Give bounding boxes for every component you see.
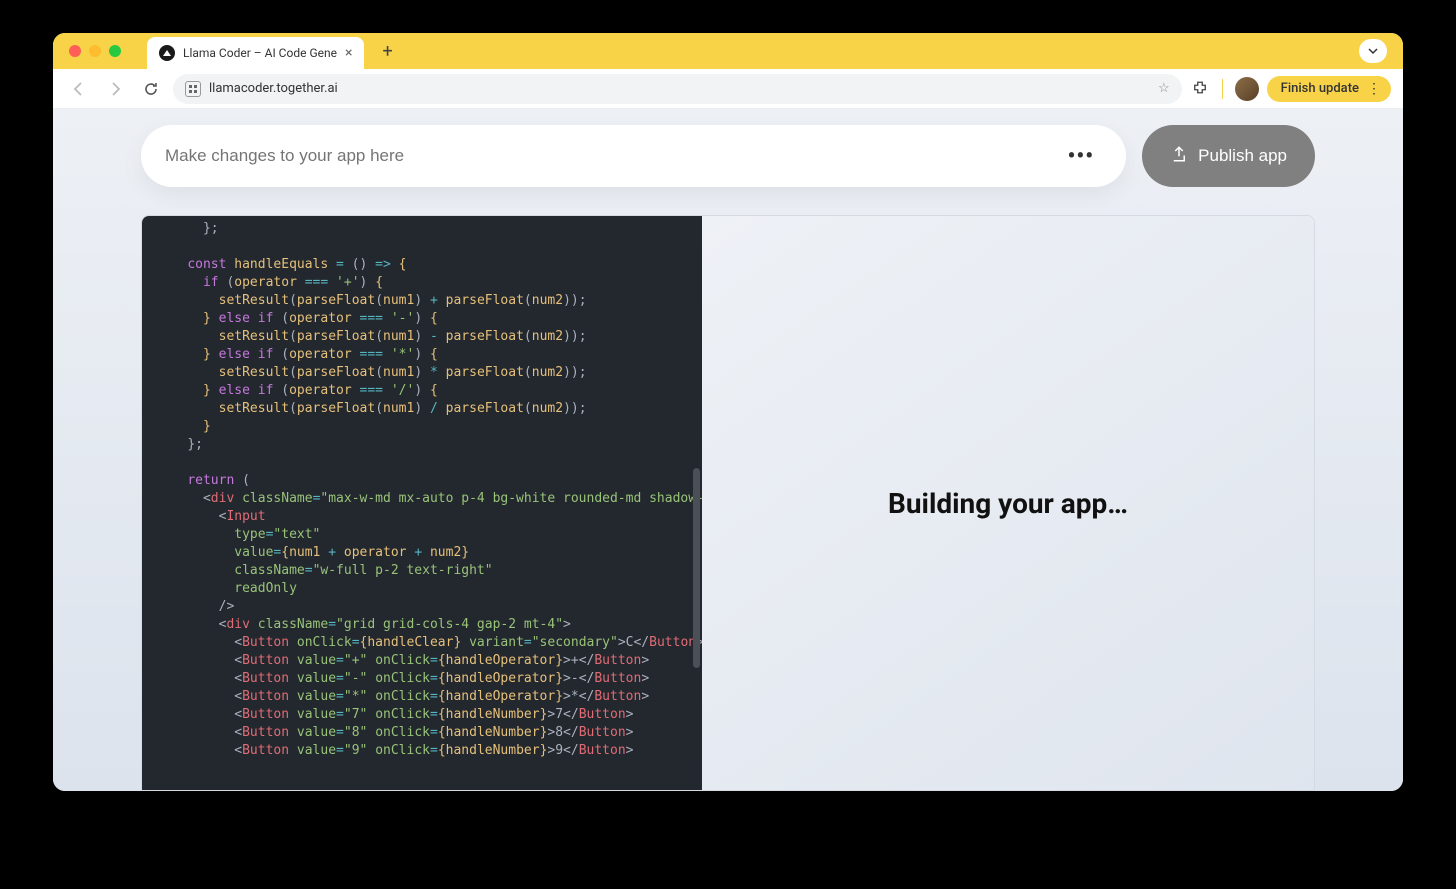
finish-update-button[interactable]: Finish update ⋮ bbox=[1267, 76, 1391, 102]
more-options-button[interactable]: ••• bbox=[1059, 144, 1102, 169]
prompt-bar: ••• bbox=[141, 125, 1126, 187]
tab-favicon-icon bbox=[159, 45, 175, 61]
close-window-button[interactable] bbox=[69, 45, 81, 57]
page-content: ••• Publish app }; const handleEquals = … bbox=[53, 109, 1403, 791]
share-icon bbox=[1170, 145, 1188, 168]
code-content: }; const handleEquals = () => { if (oper… bbox=[142, 216, 702, 774]
maximize-window-button[interactable] bbox=[109, 45, 121, 57]
titlebar: Llama Coder – AI Code Gene × + bbox=[53, 33, 1403, 69]
publish-label: Publish app bbox=[1198, 146, 1287, 166]
browser-window: Llama Coder – AI Code Gene × + llamacode… bbox=[53, 33, 1403, 791]
extensions-icon[interactable] bbox=[1190, 79, 1210, 99]
toolbar-divider bbox=[1222, 79, 1223, 99]
minimize-window-button[interactable] bbox=[89, 45, 101, 57]
tabs-dropdown-button[interactable] bbox=[1359, 39, 1387, 63]
close-tab-button[interactable]: × bbox=[345, 45, 352, 61]
back-button[interactable] bbox=[65, 75, 93, 103]
browser-tab[interactable]: Llama Coder – AI Code Gene × bbox=[147, 37, 364, 69]
url-text: llamacoder.together.ai bbox=[209, 81, 338, 96]
tab-title: Llama Coder – AI Code Gene bbox=[183, 46, 337, 60]
code-editor[interactable]: }; const handleEquals = () => { if (oper… bbox=[142, 216, 702, 790]
app-header: ••• Publish app bbox=[141, 125, 1315, 187]
address-bar[interactable]: llamacoder.together.ai ☆ bbox=[173, 74, 1182, 104]
workspace: }; const handleEquals = () => { if (oper… bbox=[141, 215, 1315, 791]
new-tab-button[interactable]: + bbox=[382, 41, 392, 62]
scrollbar-thumb[interactable] bbox=[693, 468, 700, 668]
window-controls bbox=[69, 45, 121, 57]
update-label: Finish update bbox=[1281, 81, 1359, 96]
publish-app-button[interactable]: Publish app bbox=[1142, 125, 1315, 187]
prompt-input[interactable] bbox=[165, 146, 1059, 166]
preview-pane: Building your app… bbox=[702, 216, 1314, 790]
forward-button[interactable] bbox=[101, 75, 129, 103]
site-info-icon[interactable] bbox=[185, 81, 201, 97]
reload-button[interactable] bbox=[137, 75, 165, 103]
browser-toolbar: llamacoder.together.ai ☆ Finish update ⋮ bbox=[53, 69, 1403, 109]
kebab-menu-icon[interactable]: ⋮ bbox=[1367, 81, 1381, 97]
bookmark-star-icon[interactable]: ☆ bbox=[1158, 81, 1170, 96]
building-status-text: Building your app… bbox=[888, 487, 1128, 520]
profile-avatar[interactable] bbox=[1235, 77, 1259, 101]
